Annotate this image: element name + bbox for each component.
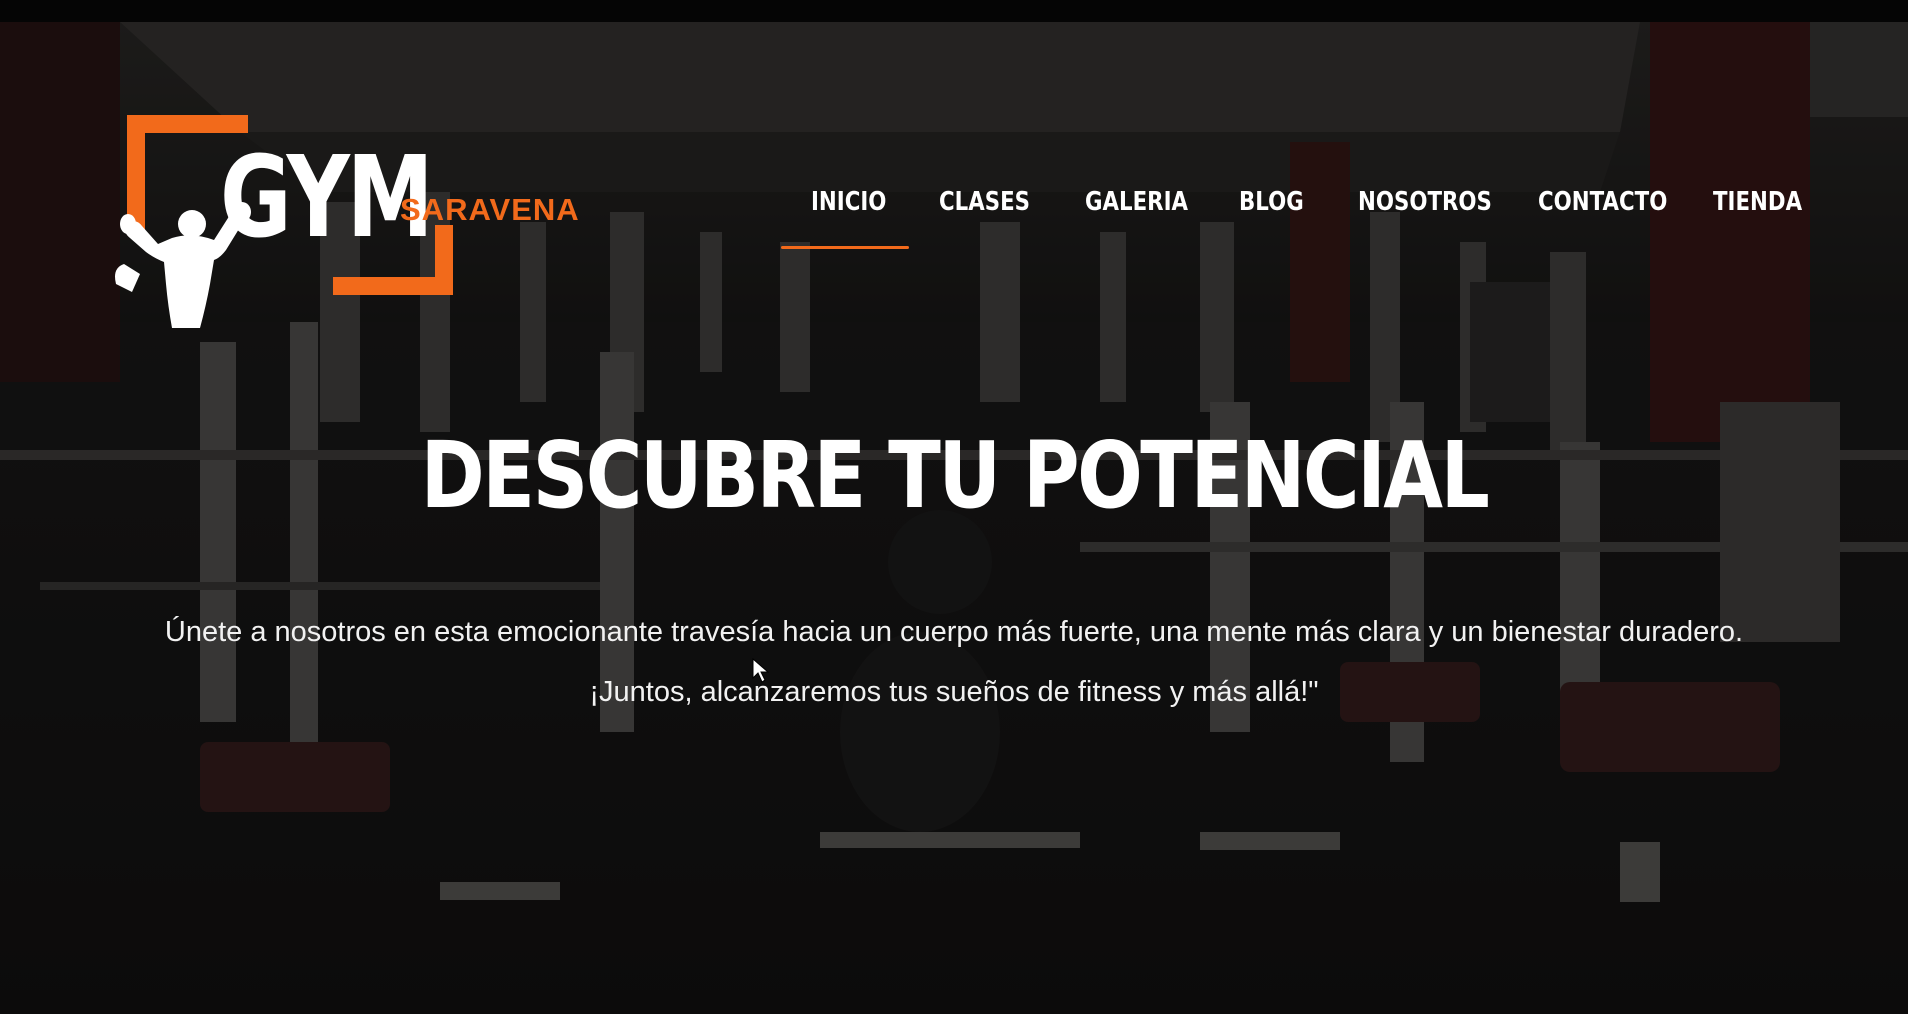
nav-item-galeria[interactable]: GALERIA <box>1085 182 1188 232</box>
top-bar <box>0 0 1908 22</box>
nav-item-blog[interactable]: BLOG <box>1239 182 1304 232</box>
hero-title: DESCUBRE TU POTENCIAL <box>420 422 1490 529</box>
browser-viewport: GYM SARAVENA INICIO CLASES GALERIA BLOG … <box>0 0 1908 1014</box>
nav-item-inicio[interactable]: INICIO <box>811 182 886 232</box>
nav-item-tienda[interactable]: TIENDA <box>1713 182 1802 232</box>
nav-item-nosotros[interactable]: NOSOTROS <box>1358 182 1492 232</box>
nav-item-contacto[interactable]: CONTACTO <box>1538 182 1667 232</box>
mouse-pointer-icon <box>752 658 770 683</box>
nav-item-clases[interactable]: CLASES <box>939 182 1030 232</box>
active-nav-indicator <box>781 246 909 249</box>
hero-section: GYM SARAVENA INICIO CLASES GALERIA BLOG … <box>0 22 1908 1014</box>
main-nav: INICIO CLASES GALERIA BLOG NOSOTROS CONT… <box>0 182 1908 242</box>
hero-description: Únete a nosotros en esta emocionante tra… <box>164 616 1744 648</box>
hero-tagline: ¡Juntos, alcanzaremos tus sueños de fitn… <box>589 676 1319 708</box>
